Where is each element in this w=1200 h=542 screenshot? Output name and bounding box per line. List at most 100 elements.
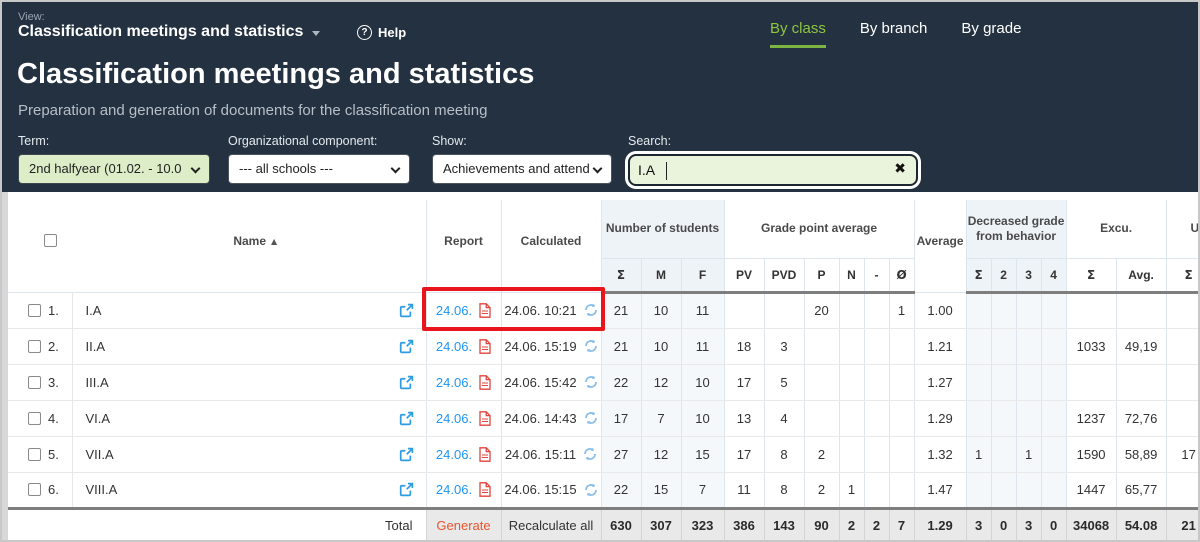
group-number-of-students: Number of students — [601, 196, 724, 258]
gpa-dash-header: - — [864, 258, 889, 292]
students-sum-header: Σ — [601, 258, 641, 292]
class-name-cell: VII.A — [72, 436, 426, 472]
cell-average: 1.47 — [914, 472, 966, 508]
calculated-cell: 24.06. 15:19 — [501, 328, 601, 364]
group-grade-point-average: Grade point average — [724, 196, 914, 258]
cell-behavior-3 — [1016, 364, 1041, 400]
cell-gpa-p: 2 — [804, 436, 839, 472]
excused-avg-header: Avg. — [1116, 258, 1166, 292]
calculated-cell: 24.06. 10:21 — [501, 292, 601, 328]
cell-average: 1.29 — [914, 400, 966, 436]
external-link-icon[interactable] — [399, 375, 414, 390]
total-gpa-dash: 2 — [864, 508, 889, 540]
class-name: III.A — [86, 375, 109, 390]
refresh-icon[interactable] — [584, 339, 598, 353]
pdf-icon[interactable] — [479, 339, 491, 354]
external-link-icon[interactable] — [399, 447, 414, 462]
tab-by-grade[interactable]: By grade — [961, 20, 1021, 48]
cell-gpa-oslash — [889, 328, 914, 364]
org-component-label: Organizational component: — [228, 134, 410, 148]
refresh-icon[interactable] — [584, 411, 598, 425]
term-select-value: 2nd halfyear (01.02. - 10.0 — [29, 161, 182, 176]
behavior-3-header: 3 — [1016, 258, 1041, 292]
pdf-icon[interactable] — [479, 411, 491, 426]
cell-excused-sum: 1033 — [1066, 328, 1116, 364]
cell-gpa-pv: 17 — [724, 436, 764, 472]
page-title: Classification meetings and statistics — [17, 58, 534, 91]
refresh-icon[interactable] — [583, 447, 597, 461]
cell-gpa-oslash: 1 — [889, 292, 914, 328]
total-students-sum: 630 — [601, 508, 641, 540]
cell-behavior-sum: 1 — [966, 436, 991, 472]
cell-excused-avg: 72,76 — [1116, 400, 1166, 436]
row-checkbox[interactable] — [28, 448, 41, 461]
tab-by-branch[interactable]: By branch — [860, 20, 928, 48]
report-date-link[interactable]: 24.06. — [436, 375, 472, 390]
cell-excused-avg: 65,77 — [1116, 472, 1166, 508]
term-select[interactable]: 2nd halfyear (01.02. - 10.0 — [18, 154, 210, 184]
generate-link[interactable]: Generate — [436, 518, 490, 533]
table-row: 2. II.A 24.06. 24.06. 15:19 — [8, 328, 1198, 364]
external-link-icon[interactable] — [399, 411, 414, 426]
clear-search-icon[interactable]: ✖ — [894, 161, 906, 177]
text-cursor — [666, 162, 667, 180]
recalculate-all-link[interactable]: Recalculate all — [509, 518, 594, 533]
select-all-checkbox[interactable] — [44, 234, 57, 247]
page-subtitle: Preparation and generation of documents … — [18, 102, 487, 119]
class-name: II.A — [86, 339, 106, 354]
report-date-link[interactable]: 24.06. — [436, 447, 472, 462]
calculated-cell: 24.06. 15:15 — [501, 472, 601, 508]
row-checkbox[interactable] — [28, 376, 41, 389]
refresh-icon[interactable] — [584, 303, 598, 317]
pdf-icon[interactable] — [479, 447, 491, 462]
cell-behavior-sum — [966, 328, 991, 364]
row-checkbox[interactable] — [28, 304, 41, 317]
pdf-icon[interactable] — [479, 482, 491, 497]
name-column-header[interactable]: Name▲ — [72, 196, 426, 292]
external-link-icon[interactable] — [399, 303, 414, 318]
report-date-link[interactable]: 24.06. — [436, 482, 472, 497]
calculated-column-header: Calculated — [501, 196, 601, 292]
sort-asc-icon: ▲ — [271, 237, 277, 246]
unexcused-sum-header: Σ — [1166, 258, 1198, 292]
external-link-icon[interactable] — [399, 482, 414, 497]
class-name: VIII.A — [86, 482, 118, 497]
refresh-icon[interactable] — [584, 375, 598, 389]
cell-excused-sum — [1066, 292, 1116, 328]
row-number: 6. — [48, 482, 59, 497]
pdf-icon[interactable] — [479, 375, 491, 390]
class-name-cell: VI.A — [72, 400, 426, 436]
total-gpa-p: 90 — [804, 508, 839, 540]
calculated-time: 24.06. 15:19 — [504, 339, 576, 354]
cell-excused-avg: 49,19 — [1116, 328, 1166, 364]
row-checkbox[interactable] — [28, 412, 41, 425]
pdf-icon[interactable] — [479, 303, 491, 318]
row-checkbox[interactable] — [28, 340, 41, 353]
cell-behavior-2 — [991, 436, 1016, 472]
recalculate-all-cell: Recalculate all — [501, 508, 601, 540]
refresh-icon[interactable] — [584, 483, 598, 497]
cell-behavior-sum — [966, 364, 991, 400]
help-button[interactable]: ? Help — [357, 25, 406, 40]
cell-gpa-oslash — [889, 400, 914, 436]
report-date-link[interactable]: 24.06. — [436, 303, 472, 318]
total-label: Total — [72, 508, 426, 540]
view-dropdown[interactable]: Classification meetings and statistics — [18, 23, 320, 41]
behavior-2-header: 2 — [991, 258, 1016, 292]
external-link-icon[interactable] — [399, 339, 414, 354]
cell-behavior-3 — [1016, 400, 1041, 436]
tab-by-class[interactable]: By class — [770, 20, 826, 48]
org-component-select[interactable]: --- all schools --- — [228, 154, 410, 184]
chevron-down-icon — [191, 164, 201, 174]
report-date-link[interactable]: 24.06. — [436, 339, 472, 354]
chevron-down-icon — [312, 31, 320, 36]
cell-gpa-pv: 11 — [724, 472, 764, 508]
row-select-cell: 5. — [8, 436, 72, 472]
show-select[interactable]: Achievements and attend — [432, 154, 612, 184]
row-checkbox[interactable] — [28, 483, 41, 496]
report-date-link[interactable]: 24.06. — [436, 411, 472, 426]
report-cell: 24.06. — [426, 472, 501, 508]
total-behavior-4: 0 — [1041, 508, 1066, 540]
search-input[interactable] — [638, 158, 878, 182]
cell-students-male: 10 — [641, 292, 681, 328]
